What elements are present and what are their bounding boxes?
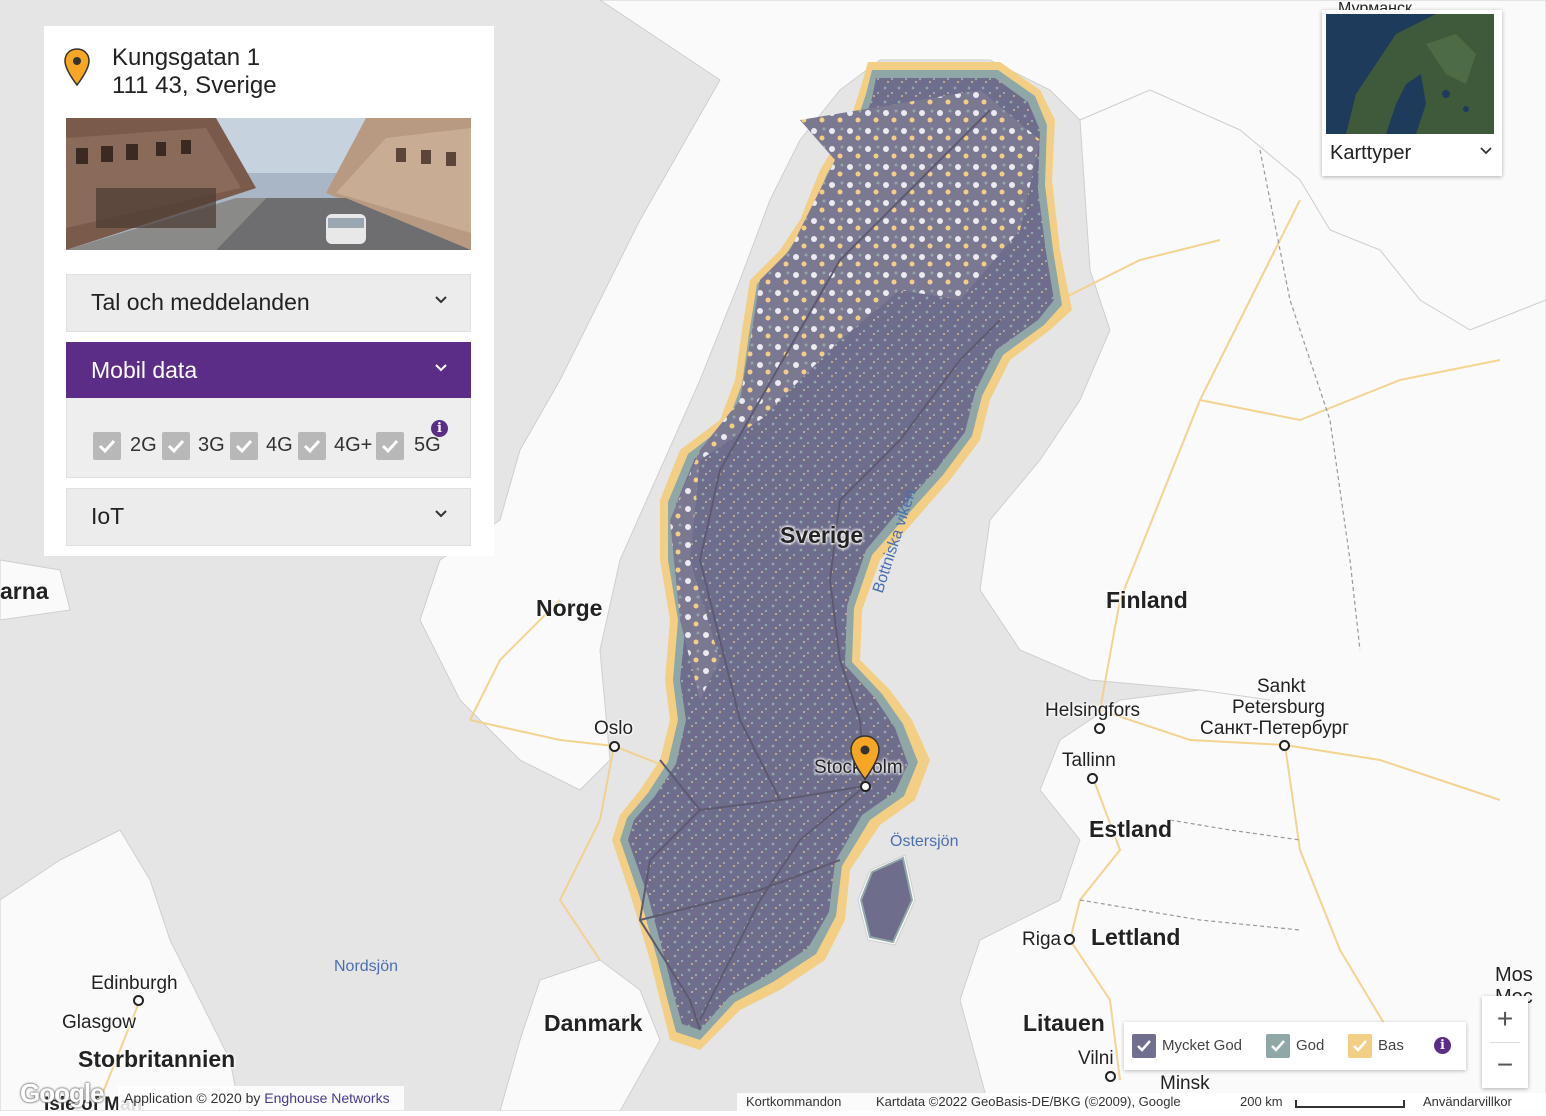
mobil-data-options: i 2G 3G 4G 4G+ 5G <box>66 398 471 478</box>
city-dot-tallinn <box>1087 773 1098 784</box>
address-street: Kungsgatan 1 <box>112 44 261 71</box>
label-storbritannien: Storbritannien <box>78 1046 236 1072</box>
map-data-text: Kartdata ©2022 GeoBasis-DE/BKG (©2009), … <box>876 1094 1181 1109</box>
map-type-control[interactable]: Karttyper <box>1322 10 1502 176</box>
checkbox-2g[interactable] <box>93 432 121 460</box>
city-dot-edinburgh <box>133 995 144 1006</box>
label-oslo: Oslo <box>594 718 634 739</box>
label-faroes-partial: arna <box>0 578 49 604</box>
scale-label[interactable]: 200 km <box>1240 1093 1283 1111</box>
chevron-down-icon <box>1480 147 1492 155</box>
city-dot-vilnius <box>1105 1071 1116 1082</box>
label-lettland: Lettland <box>1091 924 1181 950</box>
location-marker-icon[interactable] <box>850 735 880 781</box>
checkbox-5g[interactable] <box>376 432 404 460</box>
checkbox-label-5g: 5G <box>414 434 441 456</box>
label-sverige: Sverige <box>780 522 864 548</box>
label-finland: Finland <box>1106 587 1188 613</box>
address-postal: 111 43, Sverige <box>112 72 277 99</box>
city-dot-oslo <box>609 741 620 752</box>
label-moscow-1: Mos <box>1495 964 1533 986</box>
legend-swatch-mycket-god[interactable] <box>1132 1034 1156 1058</box>
label-edinburgh: Edinburgh <box>91 973 178 994</box>
label-estland: Estland <box>1089 816 1173 842</box>
checkbox-4g[interactable] <box>230 432 258 460</box>
zoom-out-button[interactable]: − <box>1482 1042 1528 1088</box>
label-danmark: Danmark <box>544 1010 643 1036</box>
legend-swatch-god[interactable] <box>1266 1034 1290 1058</box>
label-norge: Norge <box>536 595 603 621</box>
label-minsk: Minsk <box>1160 1073 1210 1094</box>
map-type-thumbnail[interactable] <box>1326 14 1494 134</box>
accordion-label: IoT <box>91 503 125 529</box>
label-ostersjon: Östersjön <box>890 833 959 850</box>
accordion-iot[interactable]: IoT <box>66 488 471 546</box>
checkbox-label-2g: 2G <box>130 434 157 456</box>
legend-label-bas: Bas <box>1378 1037 1404 1054</box>
coverage-legend: Mycket God God Bas i <box>1124 1022 1466 1070</box>
legend-swatch-bas[interactable] <box>1348 1034 1372 1058</box>
address: Kungsgatan 1 111 43, Sverige <box>112 44 277 100</box>
label-riga: Riga <box>1022 929 1062 950</box>
enghouse-link[interactable]: Enghouse Networks <box>264 1090 389 1106</box>
chevron-down-icon <box>435 510 447 518</box>
zoom-in-button[interactable]: + <box>1482 996 1528 1042</box>
chevron-down-icon <box>435 296 447 304</box>
city-dot-riga <box>1064 934 1075 945</box>
info-panel: Kungsgatan 1 111 43, Sverige Tal och med… <box>44 26 494 556</box>
accordion-tal-och-meddelanden[interactable]: Tal och meddelanden <box>66 274 471 332</box>
chevron-down-icon <box>435 364 447 372</box>
label-sankt-2: Petersburg <box>1232 697 1325 718</box>
checkbox-3g[interactable] <box>162 432 190 460</box>
checkbox-label-4g-plus: 4G+ <box>334 434 373 456</box>
scale-bar <box>1295 1100 1405 1108</box>
app-attribution-text: Application © 2020 by <box>124 1090 265 1106</box>
terms-link[interactable]: Användarvillkor <box>1423 1093 1512 1111</box>
legend-info-icon[interactable]: i <box>1434 1037 1451 1054</box>
label-nordsjon: Nordsjön <box>334 958 399 975</box>
label-vilnius: Vilni <box>1078 1048 1114 1069</box>
label-helsingfors: Helsingfors <box>1045 700 1141 721</box>
app-attribution: Application © 2020 by Enghouse Networks <box>118 1086 404 1110</box>
accordion-label: Mobil data <box>91 357 198 383</box>
map-pin-icon <box>64 48 90 86</box>
checkbox-label-3g: 3G <box>198 434 225 456</box>
city-dot-sankt-petersburg <box>1279 740 1290 751</box>
accordion-label: Tal och meddelanden <box>91 289 310 315</box>
map-attribution-bar: Kortkommandon Kartdata ©2022 GeoBasis-DE… <box>737 1093 1546 1111</box>
zoom-control: + − <box>1482 996 1528 1088</box>
street-view-photo[interactable] <box>66 118 471 250</box>
city-dot-stockholm <box>860 781 871 792</box>
label-glasgow: Glasgow <box>62 1012 136 1033</box>
label-litauen: Litauen <box>1023 1010 1105 1036</box>
label-sankt-3: Санкт-Петербург <box>1200 718 1350 739</box>
label-sankt-1: Sankt <box>1257 676 1306 697</box>
checkbox-label-4g: 4G <box>266 434 293 456</box>
checkbox-4g-plus[interactable] <box>298 432 326 460</box>
legend-label-mycket-god: Mycket God <box>1162 1037 1243 1054</box>
map-type-label: Karttyper <box>1330 142 1412 164</box>
city-dot-helsingfors <box>1094 723 1105 734</box>
legend-label-god: God <box>1296 1037 1325 1054</box>
accordion-mobil-data[interactable]: Mobil data <box>66 342 471 398</box>
google-logo[interactable]: Google <box>20 1078 105 1109</box>
label-tallinn: Tallinn <box>1062 750 1116 771</box>
keyboard-shortcuts-link[interactable]: Kortkommandon <box>746 1093 841 1111</box>
